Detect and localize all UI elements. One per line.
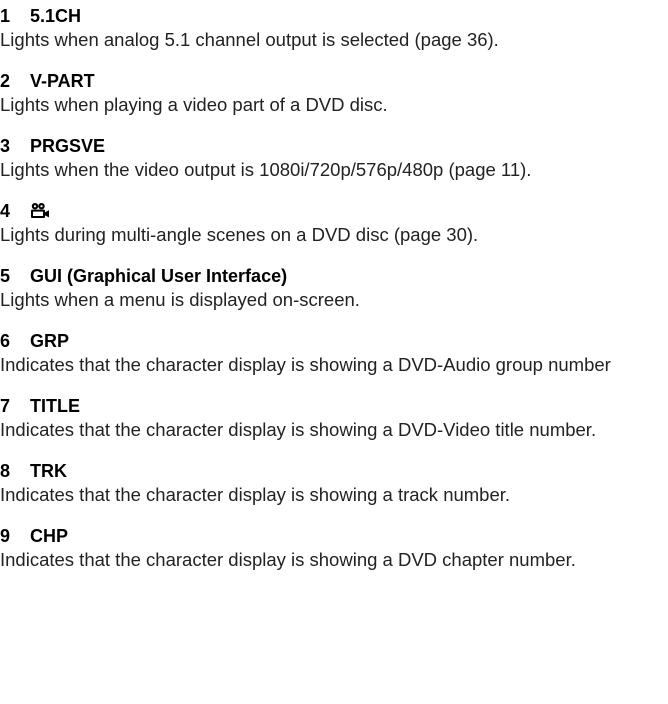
entry-description: Indicates that the character display is … [0, 419, 597, 440]
entry-number: 5 [0, 266, 11, 286]
entry-6: 6 GRP Indicates that the character displ… [0, 329, 664, 377]
entry-1: 1 5.1CH Lights when analog 5.1 channel o… [0, 4, 664, 52]
entry-term: 5.1CH [30, 6, 82, 26]
entry-term: PRGSVE [30, 136, 106, 156]
entry-number: 8 [0, 461, 11, 481]
entry-4: 4 Lights during multi-angle scenes on a … [0, 199, 664, 247]
entry-term: TITLE [30, 396, 80, 416]
entry-heading: 4 [0, 199, 664, 223]
entry-7: 7 TITLE Indicates that the character dis… [0, 394, 664, 442]
entry-term: TRK [30, 461, 67, 481]
entry-term: GRP [30, 331, 70, 351]
entry-term: V-PART [30, 71, 95, 91]
entry-number: 6 [0, 331, 11, 351]
entry-2: 2 V-PART Lights when playing a video par… [0, 69, 664, 117]
entry-heading: 8 TRK [0, 459, 664, 483]
entry-heading: 5 GUI (Graphical User Interface) [0, 264, 664, 288]
entry-description: Lights when a menu is displayed on-scree… [0, 289, 360, 310]
entry-number: 4 [0, 201, 11, 221]
entry-term: GUI (Graphical User Interface) [30, 266, 288, 286]
entry-number: 7 [0, 396, 11, 416]
entry-term: CHP [30, 526, 69, 546]
entry-description: Indicates that the character display is … [0, 354, 611, 375]
entry-9: 9 CHP Indicates that the character displ… [0, 524, 664, 572]
entry-description: Lights during multi-angle scenes on a DV… [0, 224, 479, 245]
entry-heading: 6 GRP [0, 329, 664, 353]
camera-angle-icon [30, 202, 50, 220]
entry-heading: 1 5.1CH [0, 4, 664, 28]
entry-5: 5 GUI (Graphical User Interface) Lights … [0, 264, 664, 312]
entry-number: 9 [0, 526, 11, 546]
entry-heading: 3 PRGSVE [0, 134, 664, 158]
entry-heading: 9 CHP [0, 524, 664, 548]
entry-heading: 7 TITLE [0, 394, 664, 418]
entry-description: Indicates that the character display is … [0, 549, 576, 570]
entry-description: Lights when analog 5.1 channel output is… [0, 29, 499, 50]
entry-8: 8 TRK Indicates that the character displ… [0, 459, 664, 507]
entry-heading: 2 V-PART [0, 69, 664, 93]
entry-number: 1 [0, 6, 11, 26]
entry-number: 2 [0, 71, 11, 91]
entry-description: Indicates that the character display is … [0, 484, 511, 505]
entry-number: 3 [0, 136, 11, 156]
entry-3: 3 PRGSVE Lights when the video output is… [0, 134, 664, 182]
entry-description: Lights when the video output is 1080i/72… [0, 159, 532, 180]
entry-description: Lights when playing a video part of a DV… [0, 94, 388, 115]
indicator-list: 1 5.1CH Lights when analog 5.1 channel o… [0, 4, 664, 589]
